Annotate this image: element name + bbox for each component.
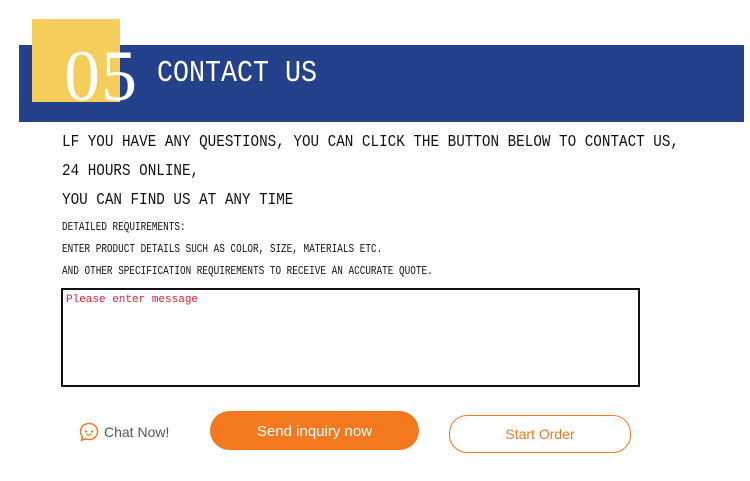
start-order-button[interactable]: Start Order: [449, 415, 631, 453]
message-box: [61, 288, 640, 387]
section-number: 05: [64, 36, 138, 116]
intro-line-1: LF YOU HAVE ANY QUESTIONS, YOU CAN CLICK…: [62, 133, 680, 152]
requirements-line-1: ENTER PRODUCT DETAILS SUCH AS COLOR, SIZ…: [62, 242, 383, 256]
requirements-heading: DETAILED REQUIREMENTS:: [62, 220, 186, 234]
intro-line-3: YOU CAN FIND US AT ANY TIME: [62, 191, 294, 210]
requirements-line-2: AND OTHER SPECIFICATION REQUIREMENTS TO …: [62, 264, 433, 278]
send-inquiry-button[interactable]: Send inquiry now: [210, 411, 419, 450]
chat-now-link[interactable]: Chat Now!: [78, 421, 169, 443]
intro-line-2: 24 HOURS ONLINE,: [62, 162, 200, 181]
section-title: CONTACT US: [157, 56, 317, 91]
chat-bubble-icon: [78, 421, 100, 443]
message-input[interactable]: [63, 290, 638, 385]
chat-now-label: Chat Now!: [104, 424, 170, 440]
